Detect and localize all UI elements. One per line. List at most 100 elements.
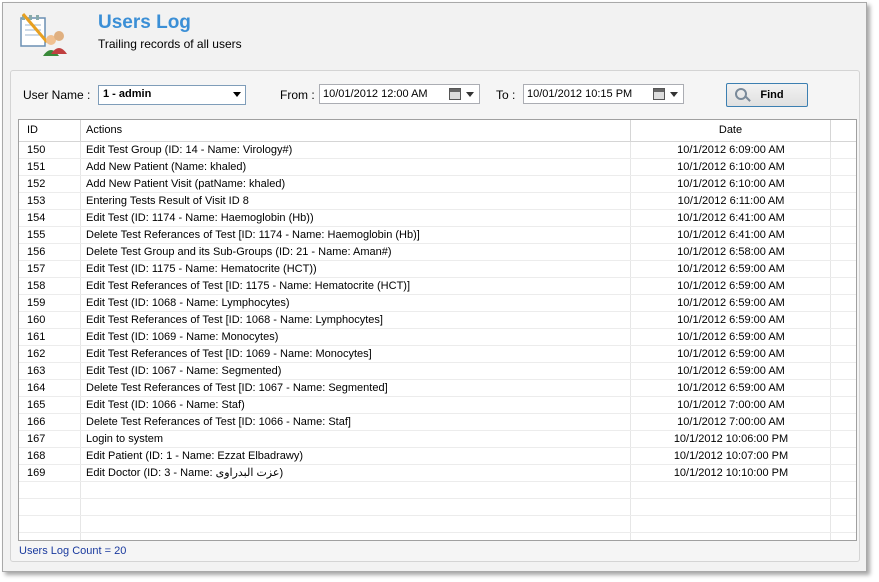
cell-date: 10/1/2012 6:09:00 AM: [677, 144, 785, 156]
chevron-down-icon: [233, 92, 241, 97]
to-date-picker[interactable]: 10/01/2012 10:15 PM: [523, 84, 684, 104]
table-row[interactable]: 153 Entering Tests Result of Visit ID 8 10…: [19, 193, 856, 210]
from-label: From :: [280, 88, 315, 102]
user-name-select[interactable]: 1 - admin: [98, 85, 246, 105]
cell-action: Edit Test (ID: 1068 - Name: Lymphocytes): [86, 297, 290, 309]
calendar-icon[interactable]: [653, 88, 665, 100]
find-button-label: Find: [760, 89, 784, 101]
cell-date: 10/1/2012 6:59:00 AM: [677, 280, 785, 292]
empty-row: [19, 516, 856, 533]
cell-action: Edit Test (ID: 1067 - Name: Segmented): [86, 365, 282, 377]
table-row[interactable]: 169 Edit Doctor (ID: 3 - Name: عزت البدرا…: [19, 465, 856, 482]
cell-id: 152: [27, 178, 46, 190]
table-row[interactable]: 160 Edit Test Referances of Test [ID: 106…: [19, 312, 856, 329]
table-row[interactable]: 162 Edit Test Referances of Test [ID: 106…: [19, 346, 856, 363]
column-header-date[interactable]: Date: [631, 120, 831, 141]
cell-id: 168: [27, 450, 46, 462]
cell-id: 156: [27, 246, 46, 258]
cell-id: 161: [27, 331, 46, 343]
calendar-icon[interactable]: [449, 88, 461, 100]
cell-id: 153: [27, 195, 46, 207]
cell-id: 166: [27, 416, 46, 428]
page-title: Users Log: [98, 12, 191, 33]
cell-date: 10/1/2012 6:59:00 AM: [677, 365, 785, 377]
cell-id: 151: [27, 161, 46, 173]
cell-id: 163: [27, 365, 46, 377]
cell-action: Entering Tests Result of Visit ID 8: [86, 195, 249, 207]
log-panel: User Name : 1 - admin From : 10/01/2012 …: [10, 70, 860, 562]
table-row[interactable]: 163 Edit Test (ID: 1067 - Name: Segmented…: [19, 363, 856, 380]
cell-date: 10/1/2012 6:59:00 AM: [677, 331, 785, 343]
find-button[interactable]: Find: [726, 83, 808, 107]
cell-action: Add New Patient (Name: khaled): [86, 161, 247, 173]
table-row[interactable]: 164 Delete Test Referances of Test [ID: 1…: [19, 380, 856, 397]
cell-date: 10/1/2012 6:41:00 AM: [677, 212, 785, 224]
table-row[interactable]: 168 Edit Patient (ID: 1 - Name: Ezzat Elb…: [19, 448, 856, 465]
cell-date: 10/1/2012 6:41:00 AM: [677, 229, 785, 241]
cell-date: 10/1/2012 6:10:00 AM: [677, 161, 785, 173]
cell-date: 10/1/2012 7:00:00 AM: [677, 416, 785, 428]
cell-id: 150: [27, 144, 46, 156]
table-header: ID Actions Date: [19, 120, 856, 142]
cell-action: Edit Test Referances of Test [ID: 1068 -…: [86, 314, 383, 326]
cell-id: 159: [27, 297, 46, 309]
table-row[interactable]: 155 Delete Test Referances of Test [ID: 1…: [19, 227, 856, 244]
empty-row: [19, 533, 856, 540]
cell-action: Edit Doctor (ID: 3 - Name: عزت البدراوى): [86, 467, 284, 479]
table-row[interactable]: 150 Edit Test Group (ID: 14 - Name: Virol…: [19, 142, 856, 159]
cell-action: Edit Test (ID: 1174 - Name: Haemoglobin …: [86, 212, 314, 224]
table-row[interactable]: 156 Delete Test Group and its Sub-Groups …: [19, 244, 856, 261]
cell-date: 10/1/2012 6:59:00 AM: [677, 382, 785, 394]
page-subtitle: Trailing records of all users: [98, 37, 242, 51]
cell-id: 164: [27, 382, 46, 394]
cell-action: Edit Test (ID: 1175 - Name: Hematocrite …: [86, 263, 317, 275]
to-label: To :: [496, 88, 516, 102]
from-date-picker[interactable]: 10/01/2012 12:00 AM: [319, 84, 480, 104]
cell-action: Edit Test (ID: 1069 - Name: Monocytes): [86, 331, 279, 343]
table-row[interactable]: 154 Edit Test (ID: 1174 - Name: Haemoglob…: [19, 210, 856, 227]
cell-date: 10/1/2012 6:59:00 AM: [677, 348, 785, 360]
table-row[interactable]: 158 Edit Test Referances of Test [ID: 117…: [19, 278, 856, 295]
chevron-down-icon[interactable]: [670, 92, 678, 97]
empty-row: [19, 482, 856, 499]
cell-action: Edit Test (ID: 1066 - Name: Staf): [86, 399, 245, 411]
table-row[interactable]: 165 Edit Test (ID: 1066 - Name: Staf) 10/1…: [19, 397, 856, 414]
column-header-id[interactable]: ID: [19, 120, 81, 141]
table-row[interactable]: 157 Edit Test (ID: 1175 - Name: Hematocri…: [19, 261, 856, 278]
cell-id: 157: [27, 263, 46, 275]
chevron-down-icon[interactable]: [466, 92, 474, 97]
table-row[interactable]: 161 Edit Test (ID: 1069 - Name: Monocytes…: [19, 329, 856, 346]
cell-id: 158: [27, 280, 46, 292]
cell-date: 10/1/2012 6:59:00 AM: [677, 263, 785, 275]
cell-action: Edit Patient (ID: 1 - Name: Ezzat Elbadr…: [86, 450, 304, 462]
cell-id: 169: [27, 467, 46, 479]
cell-action: Delete Test Referances of Test [ID: 1174…: [86, 229, 420, 241]
cell-date: 10/1/2012 6:59:00 AM: [677, 314, 785, 326]
cell-id: 167: [27, 433, 46, 445]
table-row[interactable]: 151 Add New Patient (Name: khaled) 10/1/20…: [19, 159, 856, 176]
table-row[interactable]: 167 Login to system 10/1/2012 10:06:00 PM: [19, 431, 856, 448]
user-name-value: 1 - admin: [103, 88, 152, 100]
column-header-actions[interactable]: Actions: [81, 120, 631, 141]
cell-action: Edit Test Referances of Test [ID: 1175 -…: [86, 280, 411, 292]
users-log-table[interactable]: ID Actions Date 150 Edit Test Group (ID: …: [18, 119, 857, 541]
users-log-count: Users Log Count = 20: [19, 545, 127, 557]
cell-id: 165: [27, 399, 46, 411]
cell-action: Delete Test Referances of Test [ID: 1067…: [86, 382, 388, 394]
users-log-logo-icon: [20, 13, 67, 56]
table-body: 150 Edit Test Group (ID: 14 - Name: Virol…: [19, 142, 856, 540]
empty-row: [19, 499, 856, 516]
user-name-label: User Name :: [23, 88, 91, 102]
cell-date: 10/1/2012 6:58:00 AM: [677, 246, 785, 258]
cell-action: Login to system: [86, 433, 164, 445]
cell-date: 10/1/2012 6:59:00 AM: [677, 297, 785, 309]
table-row[interactable]: 159 Edit Test (ID: 1068 - Name: Lymphocyt…: [19, 295, 856, 312]
table-row[interactable]: 152 Add New Patient Visit (patName: khale…: [19, 176, 856, 193]
cell-date: 10/1/2012 6:10:00 AM: [677, 178, 785, 190]
from-date-value: 10/01/2012 12:00 AM: [323, 88, 428, 100]
table-row[interactable]: 166 Delete Test Referances of Test [ID: 1…: [19, 414, 856, 431]
cell-id: 162: [27, 348, 46, 360]
cell-action: Add New Patient Visit (patName: khaled): [86, 178, 286, 190]
cell-id: 160: [27, 314, 46, 326]
cell-date: 10/1/2012 10:07:00 PM: [673, 450, 789, 462]
